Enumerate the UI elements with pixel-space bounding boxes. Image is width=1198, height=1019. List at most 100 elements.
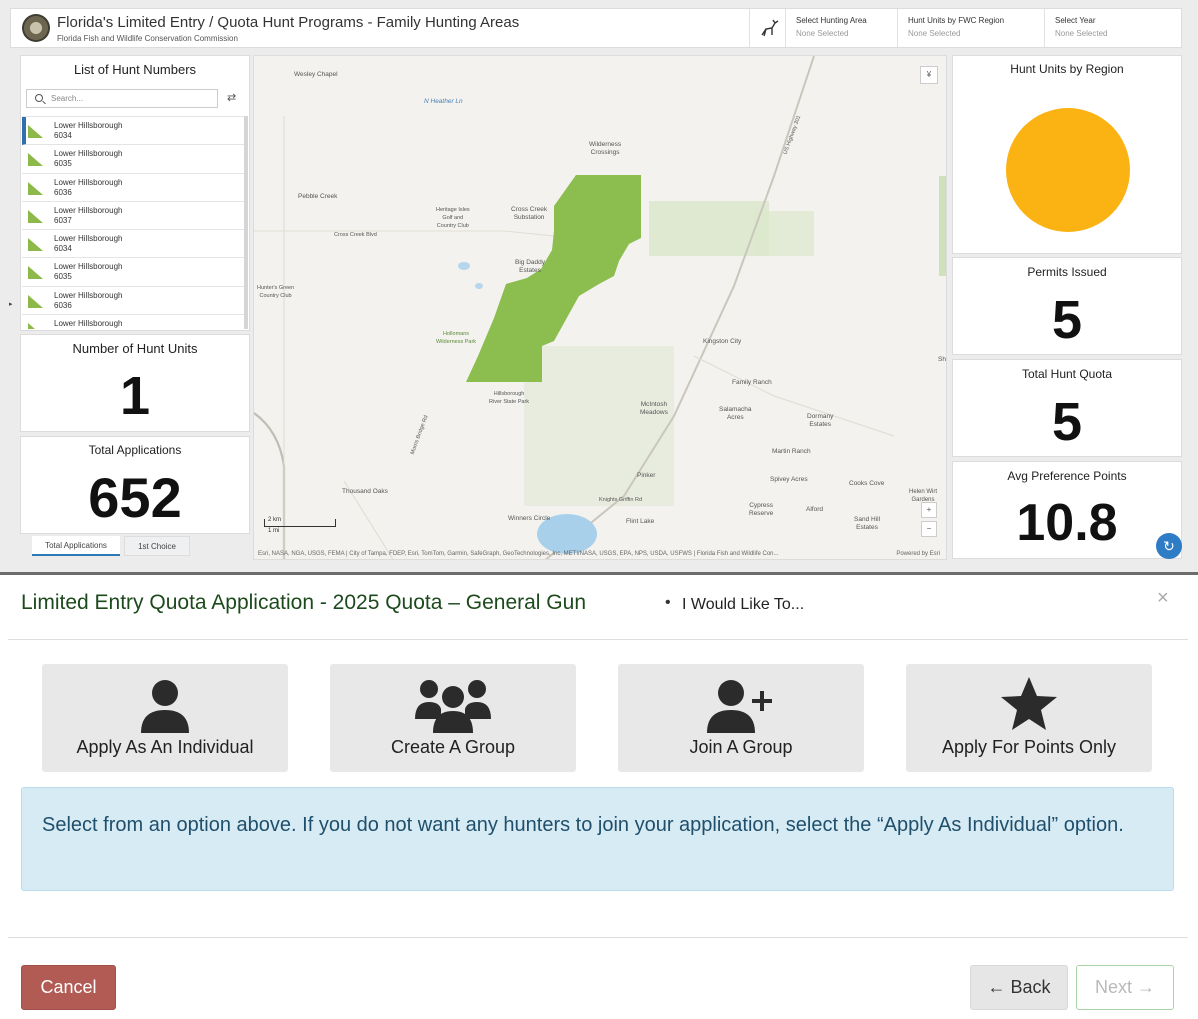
dashboard-header: Florida's Limited Entry / Quota Hunt Pro… [10, 8, 1182, 48]
map-canvas [254, 56, 946, 559]
tab-total-applications[interactable]: Total Applications [32, 536, 120, 556]
hunt-area-map[interactable]: Wesley Chapel Pebble Creek Wilderness Cr… [253, 55, 947, 560]
avg-preference-points-value: 10.8 [1016, 494, 1118, 552]
list-item[interactable]: Lower Hillsborough 6035 [22, 258, 248, 287]
map-label: McIntosh Meadows [640, 401, 668, 416]
map-label: Knights Griffin Rd [599, 497, 643, 503]
area-swatch [28, 323, 43, 329]
option-label: Join A Group [689, 737, 793, 757]
tab-1st-choice[interactable]: 1st Choice [124, 536, 190, 556]
hunt-units-value: 1 [119, 366, 151, 426]
user-plus-icon [618, 675, 864, 735]
star-icon [906, 675, 1152, 735]
permits-issued-panel: Permits Issued 5 [952, 257, 1182, 355]
area-swatch [28, 238, 43, 252]
powered-by-esri[interactable]: Powered by Esri [896, 551, 940, 557]
list-scrollbar[interactable] [244, 116, 248, 329]
pie-slice[interactable] [1006, 108, 1130, 232]
option-label: Apply As An Individual [76, 737, 254, 757]
region-chart-panel: Hunt Units by Region [952, 55, 1182, 254]
map-label: Martin Ranch [772, 448, 811, 455]
map-label: Cross Creek Blvd [334, 232, 377, 238]
total-hunt-quota-panel: Total Hunt Quota 5 [952, 359, 1182, 457]
map-scalebar: 2 km 1 mi [264, 517, 336, 534]
apply-points-only-button[interactable]: Apply For Points Only [906, 664, 1152, 772]
map-label: Dormany Estates [807, 413, 834, 428]
hunt-list: Lower Hillsborough 6034 Lower Hillsboroug… [22, 116, 248, 329]
avg-preference-points-panel: Avg Preference Points 10.8 [952, 461, 1182, 559]
list-item[interactable]: Lower Hillsborough 6037 [22, 201, 248, 231]
fwc-logo [22, 14, 50, 42]
apply-individual-button[interactable]: Apply As An Individual [42, 664, 288, 772]
hunt-list-title: List of Hunt Numbers [73, 62, 197, 77]
permits-issued-value: 5 [1051, 290, 1083, 350]
total-applications-title: Total Applications [88, 443, 182, 457]
map-label: Wilderness Crossings [589, 141, 622, 156]
application-modal: Limited Entry Quota Application - 2025 Q… [0, 575, 1198, 1019]
cancel-button[interactable]: Cancel [21, 965, 116, 1010]
select-year[interactable]: Select Year None Selected [1044, 9, 1182, 47]
area-swatch [28, 209, 43, 223]
avg-preference-points-title: Avg Preference Points [1007, 469, 1127, 483]
zoom-in-button[interactable]: + [921, 502, 937, 518]
zoom-out-button[interactable]: − [921, 521, 937, 537]
area-swatch [28, 125, 43, 138]
back-button[interactable]: ← Back [970, 965, 1068, 1010]
map-label: Cypress Reserve [749, 502, 774, 517]
map-label: Wesley Chapel [294, 71, 338, 78]
select-fwc-region[interactable]: Hunt Units by FWC Region None Selected [897, 9, 1044, 47]
map-collapse-button[interactable]: ¥ [920, 66, 938, 84]
info-alert: Select from an option above. If you do n… [21, 787, 1174, 891]
list-item[interactable]: Lower Hillsborough 6036 [22, 286, 248, 316]
divider [8, 937, 1188, 938]
total-applications-panel: Total Applications 652 [20, 436, 250, 534]
map-label: Kingston City [703, 338, 742, 345]
permits-issued-title: Permits Issued [1027, 265, 1107, 279]
map-label: Heritage Isles Golf and Country Club [436, 207, 470, 229]
hunt-search-input[interactable]: Search... [26, 89, 218, 108]
map-label: Sand Hill Estates [854, 516, 881, 531]
refresh-icon[interactable]: ↻ [1156, 533, 1182, 559]
map-label: Pinker [637, 472, 656, 479]
map-label: Hunter's Green Country Club [257, 285, 295, 299]
modal-title: Limited Entry Quota Application - 2025 Q… [21, 591, 587, 614]
join-group-button[interactable]: Join A Group [618, 664, 864, 772]
divider [8, 639, 1188, 640]
map-label: Thousand Oaks [342, 488, 388, 495]
area-swatch [28, 181, 43, 195]
list-item[interactable]: Lower Hillsborough [22, 315, 248, 329]
map-label: Salamacha Acres [719, 406, 752, 421]
hunt-units-panel: Number of Hunt Units 1 [20, 334, 250, 432]
region-pie-chart [1006, 108, 1130, 232]
map-label: Cooks Cove [849, 480, 885, 487]
option-label: Apply For Points Only [941, 737, 1117, 757]
map-attribution[interactable]: Esri, NASA, NGA, USGS, FEMA | City of Ta… [258, 551, 779, 557]
map-label: N Heather Ln [424, 98, 463, 105]
area-swatch [28, 266, 43, 280]
next-button[interactable]: Next → [1076, 965, 1174, 1010]
total-applications-value: 652 [88, 466, 182, 529]
area-swatch [28, 153, 43, 167]
map-label: Spivey Acres [770, 476, 808, 483]
group-icon [330, 675, 576, 735]
list-item[interactable]: Lower Hillsborough 6034 [22, 230, 248, 259]
filter-icon[interactable]: ⇄ [227, 91, 236, 104]
map-label: Sh [938, 356, 946, 363]
select-hunting-area[interactable]: Select Hunting Area None Selected [785, 9, 897, 47]
map-label: Alford [806, 506, 823, 513]
list-item[interactable]: Lower Hillsborough 6034 [22, 117, 248, 146]
option-label: Create A Group [390, 737, 516, 757]
modal-subtitle: I Would Like To... [682, 596, 805, 613]
map-label: Winners Circle [508, 515, 551, 522]
total-hunt-quota-title: Total Hunt Quota [1021, 367, 1113, 381]
close-icon[interactable]: × [1157, 587, 1169, 610]
list-item[interactable]: Lower Hillsborough 6036 [22, 173, 248, 202]
area-swatch [28, 294, 43, 308]
map-label: Cross Creek Substation [511, 206, 548, 221]
create-group-button[interactable]: Create A Group [330, 664, 576, 772]
deer-icon [749, 9, 785, 47]
expand-arrow-icon[interactable]: ▸ [9, 300, 13, 308]
dashboard: Florida's Limited Entry / Quota Hunt Pro… [0, 0, 1198, 572]
title-separator: • [665, 594, 671, 611]
list-item[interactable]: Lower Hillsborough 6035 [22, 145, 248, 174]
